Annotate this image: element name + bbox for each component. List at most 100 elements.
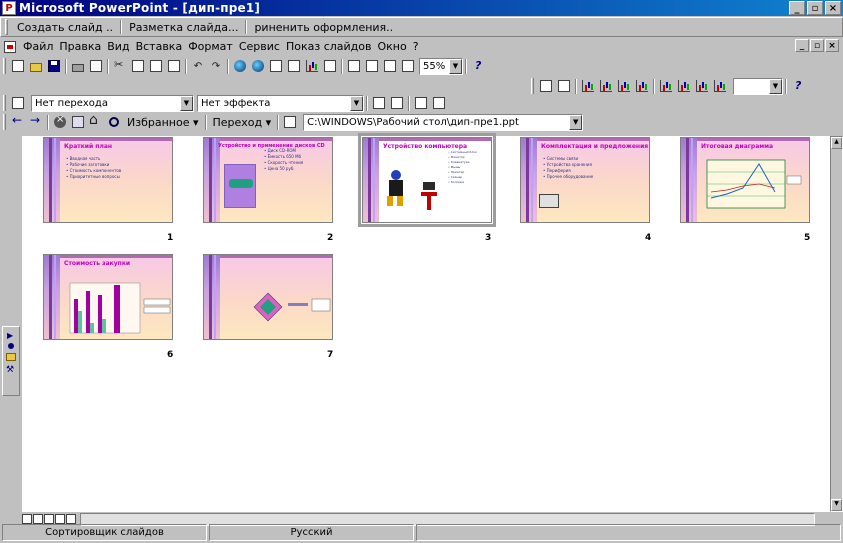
slide-thumbnail-3[interactable]: Устройство компьютера Системный блок Мон… xyxy=(358,133,496,227)
animation-icon[interactable] xyxy=(579,78,597,95)
hide-slide-icon[interactable] xyxy=(555,78,573,95)
doc-restore-icon[interactable]: ▫ xyxy=(810,39,824,52)
paste-icon[interactable] xyxy=(147,58,165,75)
menu-window[interactable]: Окно xyxy=(375,40,410,53)
menu-insert[interactable]: Вставка xyxy=(133,40,186,53)
folder-small-icon[interactable] xyxy=(6,353,16,361)
save-icon[interactable] xyxy=(45,58,63,75)
toolbar-grip[interactable] xyxy=(3,114,6,130)
office-assistant-icon[interactable] xyxy=(469,58,487,75)
chevron-down-icon[interactable]: ▼ xyxy=(569,114,583,130)
home-icon[interactable] xyxy=(87,112,105,131)
powerpoint-app-icon[interactable]: P xyxy=(2,1,16,15)
menu-tools[interactable]: Сервис xyxy=(236,40,283,53)
chevron-down-icon[interactable]: ▼ xyxy=(769,78,782,94)
toolbar-grip[interactable] xyxy=(3,95,6,111)
toolbar-grip[interactable] xyxy=(3,58,6,74)
search-web-icon[interactable] xyxy=(105,114,123,131)
refresh-icon[interactable] xyxy=(69,114,87,131)
new-icon[interactable] xyxy=(9,58,27,75)
open-icon[interactable] xyxy=(27,58,45,75)
play-icon[interactable]: ▶ xyxy=(7,331,15,340)
menu-slideshow[interactable]: Показ слайдов xyxy=(283,40,375,53)
forward-icon[interactable] xyxy=(27,113,45,131)
apply-design-icon[interactable] xyxy=(381,58,399,75)
minimize-icon[interactable]: _ xyxy=(789,1,805,15)
chevron-down-icon[interactable]: ▼ xyxy=(449,58,462,74)
summary-slide-icon[interactable] xyxy=(615,78,633,95)
text-effect-select[interactable]: Нет эффекта ▼ xyxy=(197,94,364,112)
goto-button[interactable]: Переход ▾ xyxy=(209,114,276,131)
dot-icon[interactable] xyxy=(8,343,14,349)
slide-thumbnail-4[interactable]: Комплектация и предложения Системы связи… xyxy=(520,137,650,223)
menu-help[interactable]: ? xyxy=(410,40,422,53)
tools-icon[interactable]: ⚒ xyxy=(6,365,16,375)
transition-icon[interactable] xyxy=(9,95,27,112)
show-formatting-icon[interactable] xyxy=(633,78,651,95)
formatting-icon[interactable] xyxy=(430,95,448,112)
restore-icon[interactable]: ▫ xyxy=(807,1,823,15)
zoom-select[interactable]: 55% ▼ xyxy=(419,57,463,75)
insert-excel-icon[interactable] xyxy=(285,58,303,75)
slide-thumbnail-2[interactable]: Устройство и применение дисков CD Диск C… xyxy=(203,137,333,223)
format-painter-icon[interactable] xyxy=(165,58,183,75)
new-slide-icon[interactable] xyxy=(345,58,363,75)
close-icon[interactable]: × xyxy=(825,1,841,15)
favorites-button[interactable]: Избранное ▾ xyxy=(123,114,203,131)
expand-slide-icon[interactable] xyxy=(363,58,381,75)
bullet: Колонки xyxy=(448,180,477,185)
scroll-up-icon[interactable]: ▲ xyxy=(831,137,842,149)
black-white-icon[interactable] xyxy=(399,58,417,75)
menu-format[interactable]: Формат xyxy=(185,40,236,53)
cut-icon[interactable] xyxy=(111,58,129,75)
toolbar-grip[interactable] xyxy=(5,19,8,35)
slide-thumbnail-7[interactable] xyxy=(203,254,333,340)
insert-clipart-icon[interactable] xyxy=(321,58,339,75)
toolbar-grip[interactable] xyxy=(531,78,534,94)
hide-slide-toggle-icon[interactable] xyxy=(370,95,388,112)
menu-view[interactable]: Вид xyxy=(104,40,132,53)
custom-animation-icon[interactable] xyxy=(675,78,693,95)
copy-icon[interactable] xyxy=(129,58,147,75)
animation-preview-icon[interactable] xyxy=(711,78,729,95)
apply-design-command[interactable]: риненить оформления.. xyxy=(249,21,398,34)
doc-close-icon[interactable]: × xyxy=(825,39,839,52)
doc-minimize-icon[interactable]: _ xyxy=(795,39,809,52)
chevron-down-icon[interactable]: ▼ xyxy=(350,95,363,111)
scroll-down-icon[interactable]: ▼ xyxy=(831,499,842,511)
slide-thumbnail-1[interactable]: Краткий план Вводная часть Рабочие загот… xyxy=(43,137,173,223)
slide-layout-command[interactable]: Разметка слайда... xyxy=(124,21,243,34)
slide-thumbnail-5[interactable]: Итоговая диаграмма xyxy=(680,137,810,223)
sorter-empty-select[interactable]: ▼ xyxy=(733,77,783,95)
menu-file[interactable]: Файл xyxy=(20,40,56,53)
separator xyxy=(185,58,187,74)
action-button-icon[interactable] xyxy=(657,78,675,95)
web-toolbar-icon[interactable] xyxy=(249,58,267,75)
spelling-icon[interactable] xyxy=(87,58,105,75)
document-icon[interactable] xyxy=(4,40,16,53)
transition-effect-select[interactable]: Нет перехода ▼ xyxy=(31,94,194,112)
stop-icon[interactable] xyxy=(51,114,69,131)
insert-chart-icon[interactable] xyxy=(303,58,321,75)
menu-edit[interactable]: Правка xyxy=(56,40,104,53)
slide-thumbnail-6[interactable]: Стоимость закупки xyxy=(43,254,173,340)
chevron-down-icon[interactable]: ▼ xyxy=(180,95,193,111)
action-settings-icon[interactable] xyxy=(693,78,711,95)
insert-word-table-icon[interactable] xyxy=(267,58,285,75)
transition-effect-value: Нет перехода xyxy=(35,97,108,109)
undo-icon[interactable]: ↶ xyxy=(189,58,207,75)
print-icon[interactable] xyxy=(69,58,87,75)
redo-icon[interactable]: ↷ xyxy=(207,58,225,75)
slide-transition-icon[interactable] xyxy=(537,78,555,95)
sorter-help-icon[interactable] xyxy=(789,78,807,95)
new-slide-command[interactable]: Создать слайд .. xyxy=(12,21,118,34)
hyperlink-icon[interactable] xyxy=(231,58,249,75)
summary-icon[interactable] xyxy=(412,95,430,112)
vertical-scrollbar[interactable]: ▲ ▼ xyxy=(830,136,843,512)
back-icon[interactable] xyxy=(9,113,27,131)
address-field[interactable]: C:\WINDOWS\Рабочий стол\дип-пре1.ppt ▼ xyxy=(303,113,584,131)
bullet: Прочее оборудование xyxy=(543,174,594,180)
rehearse-timings-icon[interactable] xyxy=(597,78,615,95)
show-only-web-toolbar-icon[interactable] xyxy=(281,114,299,131)
rehearse-icon[interactable] xyxy=(388,95,406,112)
